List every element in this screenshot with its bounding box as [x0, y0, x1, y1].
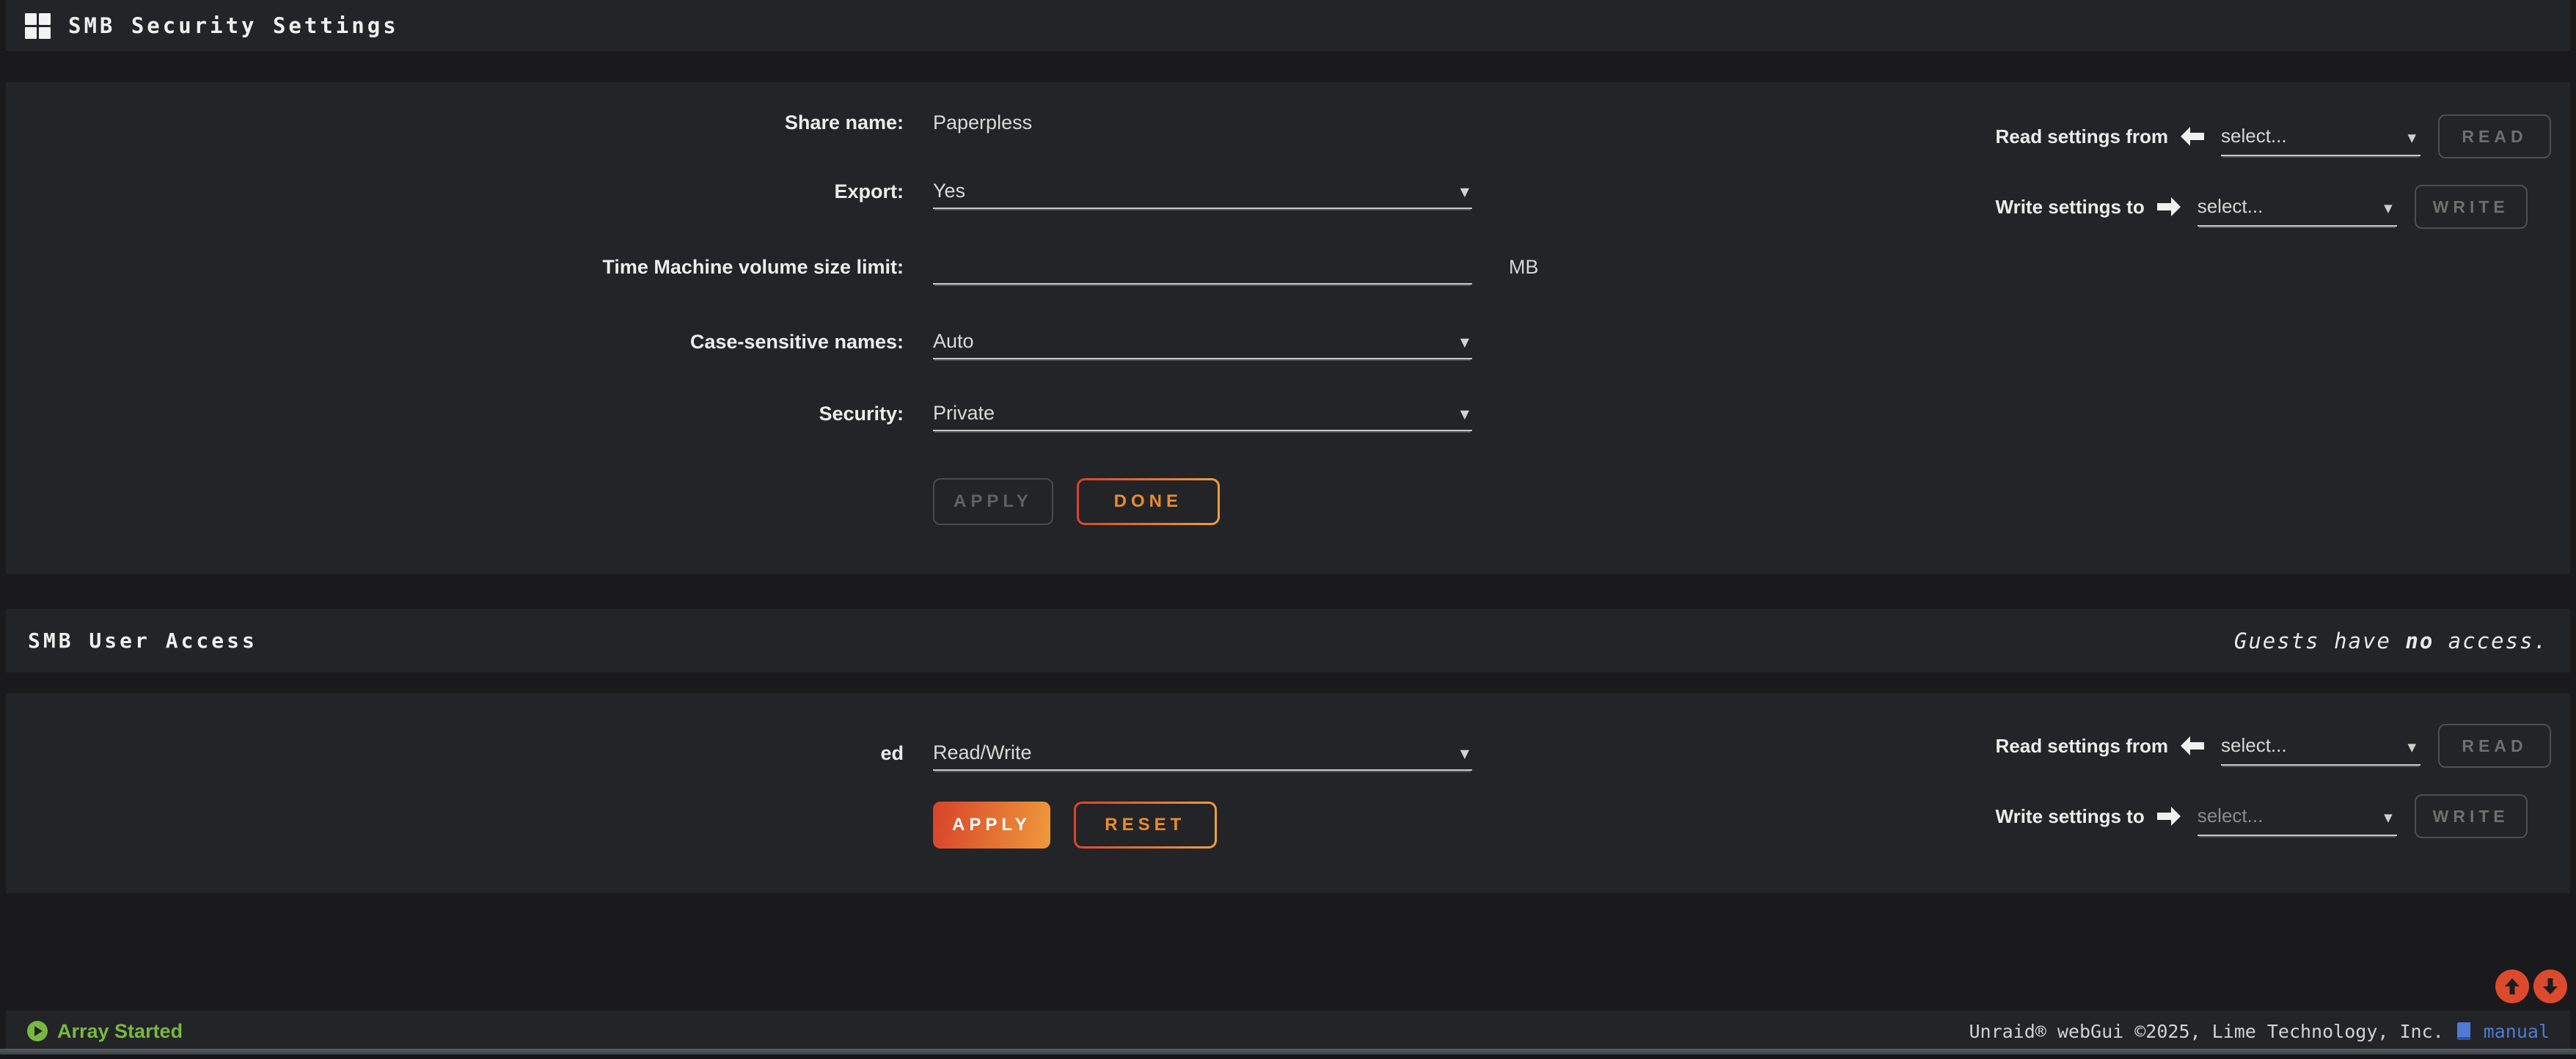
- section-title: SMB User Access: [28, 629, 257, 653]
- user-access-select[interactable]: Read/Write ▼: [933, 736, 1472, 771]
- reset-button[interactable]: RESET: [1074, 802, 1217, 849]
- array-status: Array Started: [26, 1020, 183, 1043]
- time-machine-input[interactable]: [933, 249, 1472, 284]
- security-buttons: APPLY DONE: [933, 478, 1220, 525]
- time-machine-label: Time Machine volume size limit:: [6, 256, 904, 285]
- dropdown-arrow-icon: ▼: [1460, 407, 1469, 421]
- arrow-down-icon: [2541, 977, 2560, 996]
- security-label: Security:: [6, 403, 904, 431]
- write-settings-row: Write settings to select... ▼ WRITE: [1996, 185, 2552, 229]
- export-select[interactable]: Yes ▼: [933, 174, 1472, 209]
- apply-button[interactable]: APPLY: [933, 802, 1050, 849]
- dropdown-arrow-icon: ▼: [1460, 335, 1469, 349]
- security-row: Security: Private ▼: [6, 396, 1472, 431]
- write-button[interactable]: WRITE: [2415, 185, 2528, 229]
- page-title: SMB Security Settings: [68, 13, 399, 38]
- write-settings-select[interactable]: select... ▼: [2198, 796, 2397, 836]
- manual-link[interactable]: manual: [2484, 1021, 2550, 1042]
- arrow-right-icon: [2156, 806, 2181, 827]
- write-settings-row: Write settings to select... ▼ WRITE: [1996, 794, 2552, 838]
- window-bottom-strip: [0, 1049, 2576, 1055]
- read-settings-select[interactable]: select... ▼: [2221, 117, 2421, 156]
- array-started-play-icon: [26, 1020, 48, 1042]
- time-machine-unit: MB: [1509, 256, 1539, 285]
- read-settings-label: Read settings from: [1996, 735, 2169, 758]
- scroll-to-top-button[interactable]: [2495, 970, 2529, 1003]
- arrow-left-icon: [2180, 126, 2205, 147]
- dropdown-arrow-icon: ▼: [2384, 202, 2393, 215]
- case-sensitive-select[interactable]: Auto ▼: [933, 324, 1472, 359]
- arrow-up-icon: [2503, 977, 2522, 996]
- write-settings-label: Write settings to: [1996, 196, 2145, 219]
- share-name-row: Share name: Paperpless: [6, 111, 1472, 140]
- dropdown-arrow-icon: ▼: [1460, 747, 1469, 761]
- security-io-block: Read settings from select... ▼ READ Writ…: [1996, 114, 2552, 229]
- smb-user-access-header: SMB User Access Guests have no access.: [6, 609, 2570, 673]
- case-sensitive-row: Case-sensitive names: Auto ▼: [6, 324, 1472, 359]
- write-settings-label: Write settings to: [1996, 805, 2145, 828]
- share-name-value: Paperpless: [933, 111, 1472, 140]
- array-status-text: Array Started: [57, 1020, 183, 1043]
- scroll-to-bottom-button[interactable]: [2533, 970, 2567, 1003]
- read-settings-label: Read settings from: [1996, 125, 2169, 148]
- time-machine-row: Time Machine volume size limit: MB: [6, 249, 1539, 285]
- arrow-left-icon: [2180, 736, 2205, 756]
- case-sensitive-label: Case-sensitive names:: [6, 331, 904, 359]
- dropdown-arrow-icon: ▼: [1460, 185, 1469, 199]
- scroll-buttons: [2495, 970, 2567, 1003]
- write-button[interactable]: WRITE: [2415, 794, 2528, 838]
- security-select[interactable]: Private ▼: [933, 396, 1472, 431]
- user-access-row: ed Read/Write ▼: [6, 736, 1472, 771]
- dropdown-arrow-icon: ▼: [2384, 811, 2393, 824]
- done-button[interactable]: DONE: [1077, 478, 1220, 525]
- smb-settings-page: SMB Security Settings Share name: Paperp…: [0, 0, 2576, 1059]
- manual-book-icon: [2454, 1022, 2473, 1041]
- read-settings-row: Read settings from select... ▼ READ: [1996, 724, 2552, 768]
- guests-access-note: Guests have no access.: [2234, 629, 2548, 653]
- apply-button[interactable]: APPLY: [933, 478, 1053, 525]
- windows-smb-icon: [25, 13, 51, 39]
- dropdown-arrow-icon: ▼: [2407, 741, 2416, 754]
- window-bottom-edge: [0, 1055, 2576, 1059]
- read-settings-row: Read settings from select... ▼ READ: [1996, 114, 2552, 158]
- export-label: Export:: [6, 180, 904, 209]
- user-name-label: ed: [6, 742, 904, 771]
- status-footer: Array Started Unraid® webGui ©2025, Lime…: [6, 1011, 2570, 1052]
- write-settings-select[interactable]: select... ▼: [2198, 187, 2397, 227]
- read-button[interactable]: READ: [2438, 724, 2551, 768]
- share-name-label: Share name:: [6, 111, 904, 140]
- read-button[interactable]: READ: [2438, 114, 2551, 158]
- time-machine-field-wrap: [933, 249, 1472, 285]
- page-header: SMB Security Settings: [6, 0, 2570, 53]
- smb-user-access-panel: ed Read/Write ▼ APPLY RESET Read setting…: [6, 693, 2570, 893]
- export-row: Export: Yes ▼: [6, 174, 1472, 209]
- dropdown-arrow-icon: ▼: [2407, 131, 2416, 144]
- user-access-io-block: Read settings from select... ▼ READ Writ…: [1996, 724, 2552, 838]
- read-settings-select[interactable]: select... ▼: [2221, 726, 2421, 766]
- arrow-right-icon: [2156, 197, 2181, 217]
- footer-copyright: Unraid® webGui ©2025, Lime Technology, I…: [1969, 1021, 2550, 1042]
- smb-security-panel: Share name: Paperpless Export: Yes ▼ Tim…: [6, 82, 2570, 574]
- user-access-buttons: APPLY RESET: [933, 802, 1217, 849]
